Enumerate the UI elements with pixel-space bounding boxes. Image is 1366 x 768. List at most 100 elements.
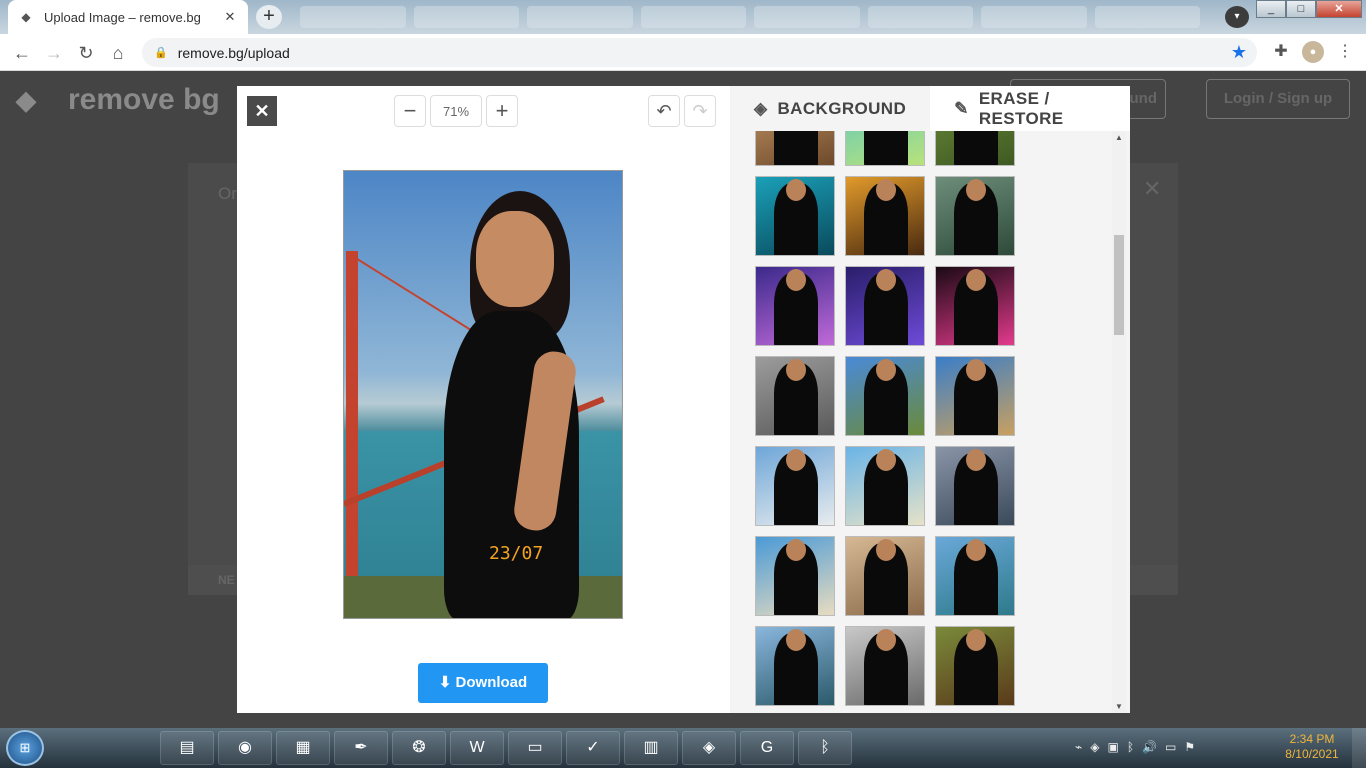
tray-bluetooth-icon[interactable]: ᛒ [1127,740,1134,754]
background-thumbnail[interactable] [935,356,1015,436]
scrollbar-thumb[interactable] [1114,235,1124,335]
tab-erase-restore[interactable]: ✎ ERASE / RESTORE [930,86,1130,131]
thumbnail-face [966,269,986,291]
background-thumbnail[interactable] [935,176,1015,256]
tray-network-icon[interactable]: ⌁ [1075,740,1082,754]
login-signup-button: Login / Sign up [1206,79,1350,119]
panel-scrollbar[interactable]: ▲ ▼ [1112,131,1126,713]
home-icon[interactable]: ⌂ [106,41,130,65]
back-arrow-icon[interactable]: ← [10,41,34,65]
background-thumbnail[interactable] [845,176,925,256]
window-controls: _ □ ✕ [1256,0,1362,18]
browser-tab[interactable]: ◆ Upload Image – remove.bg ✕ [8,0,248,34]
tray-monitor-icon[interactable]: ▣ [1107,740,1118,754]
scroll-up-arrow-icon[interactable]: ▲ [1114,133,1124,142]
taskbar-word-icon[interactable]: W [450,731,504,765]
browser-toolbar: ← → ↻ ⌂ 🔒 remove.bg/upload ★ ✚ ● ⋮ [0,34,1366,71]
taskbar-explorer-icon[interactable]: ▭ [508,731,562,765]
thumbnail-person [864,131,908,165]
background-thumbnail[interactable] [755,176,835,256]
thumbnail-face [876,449,896,471]
address-bar[interactable]: 🔒 remove.bg/upload ★ [142,38,1257,67]
clock-date: 8/10/2021 [1285,747,1339,761]
undo-button[interactable]: ↶ [648,95,680,127]
taskbar-photo-app-icon[interactable]: ▦ [276,731,330,765]
background-thumbnail[interactable] [755,131,835,166]
editor-modal: ✕ − 71% + ↶ ↷ 23/07 ⬇ Download ◈ BACKGRO… [237,86,1130,713]
extensions-puzzle-icon[interactable]: ✚ [1270,41,1292,63]
background-thumbnail[interactable] [845,131,925,166]
taskbar-grammarly-icon[interactable]: G [740,731,794,765]
maximize-button[interactable]: □ [1286,0,1316,18]
thumbnail-face [786,269,806,291]
show-desktop-button[interactable] [1352,728,1366,768]
profile-avatar[interactable]: ● [1302,41,1324,63]
system-tray: ⌁ ◈ ▣ ᛒ 🔊 ▭ ⚑ [1075,740,1195,754]
background-thumbnail-grid [755,131,1017,713]
tray-power-icon[interactable]: ▭ [1165,740,1176,754]
background-thumbnail[interactable] [845,446,925,526]
taskbar-calculator-icon[interactable]: ▥ [624,731,678,765]
scroll-down-arrow-icon[interactable]: ▼ [1114,702,1124,711]
thumbnail-person [774,131,818,165]
background-thumbnail[interactable] [935,626,1015,706]
tray-flag-icon[interactable]: ⚑ [1184,740,1195,754]
redo-button[interactable]: ↷ [684,95,716,127]
taskbar-bluetooth-icon[interactable]: ᛒ [798,731,852,765]
bookmark-star-icon[interactable]: ★ [1231,42,1247,63]
taskbar-dropbox-icon[interactable]: ◈ [682,731,736,765]
thumbnail-face [876,359,896,381]
tab-background-label: BACKGROUND [777,98,907,118]
thumbnail-face [966,629,986,651]
background-thumbnail[interactable] [935,446,1015,526]
taskbar-sticky-notes-icon[interactable]: ✓ [566,731,620,765]
minimize-button[interactable]: _ [1256,0,1286,18]
background-thumbnail[interactable] [935,536,1015,616]
tab-erase-restore-label: ERASE / RESTORE [978,88,1064,128]
zoom-out-button[interactable]: − [394,95,426,127]
background-thumbnail[interactable] [935,266,1015,346]
background-thumbnail[interactable] [845,266,925,346]
zoom-controls: − 71% + [394,95,518,127]
tab-search-icon[interactable]: ▾ [1225,6,1249,28]
reload-icon[interactable]: ↻ [74,41,98,65]
person-face [476,211,554,307]
taskbar-emblem-app-icon[interactable]: ❂ [392,731,446,765]
background-thumbnail[interactable] [755,446,835,526]
tab-close-icon[interactable]: ✕ [222,9,238,25]
extension-area: ✚ ● ⋮ [1270,41,1356,63]
tray-dropbox-icon[interactable]: ◈ [1090,740,1099,754]
download-icon: ⬇ [438,674,452,691]
forward-arrow-icon[interactable]: → [42,41,66,65]
background-thumbnail[interactable] [755,626,835,706]
tab-title: Upload Image – remove.bg [44,9,201,25]
thumbnail-face [786,449,806,471]
layers-icon: ◈ [754,98,768,118]
clock-time: 2:34 PM [1289,732,1335,746]
background-thumbnail[interactable] [755,266,835,346]
thumbnail-list [755,131,1015,706]
window-close-button[interactable]: ✕ [1316,0,1362,18]
tab-background[interactable]: ◈ BACKGROUND [730,86,931,131]
tray-volume-icon[interactable]: 🔊 [1142,740,1157,754]
taskbar-notepad-icon[interactable]: ▤ [160,731,214,765]
start-button[interactable]: ⊞ [6,730,44,766]
edited-photo[interactable]: 23/07 [343,170,623,619]
taskbar-feather-app-icon[interactable]: ✒ [334,731,388,765]
thumbnail-face [786,629,806,651]
chrome-menu-icon[interactable]: ⋮ [1334,41,1356,63]
background-thumbnail[interactable] [935,131,1015,166]
taskbar-chrome-icon[interactable]: ◉ [218,731,272,765]
modal-close-button[interactable]: ✕ [247,96,277,126]
background-thumbnail[interactable] [755,356,835,436]
removebg-logo[interactable]: ◆ remove bg [16,83,220,117]
background-thumbnail[interactable] [755,536,835,616]
background-thumbnail[interactable] [845,626,925,706]
new-tab-button[interactable]: + [256,5,282,29]
background-thumbnail[interactable] [845,356,925,436]
zoom-in-button[interactable]: + [486,95,518,127]
download-button[interactable]: ⬇ Download [418,663,548,703]
thumbnail-face [876,539,896,561]
taskbar-clock[interactable]: 2:34 PM 8/10/2021 [1277,732,1347,762]
background-thumbnail[interactable] [845,536,925,616]
